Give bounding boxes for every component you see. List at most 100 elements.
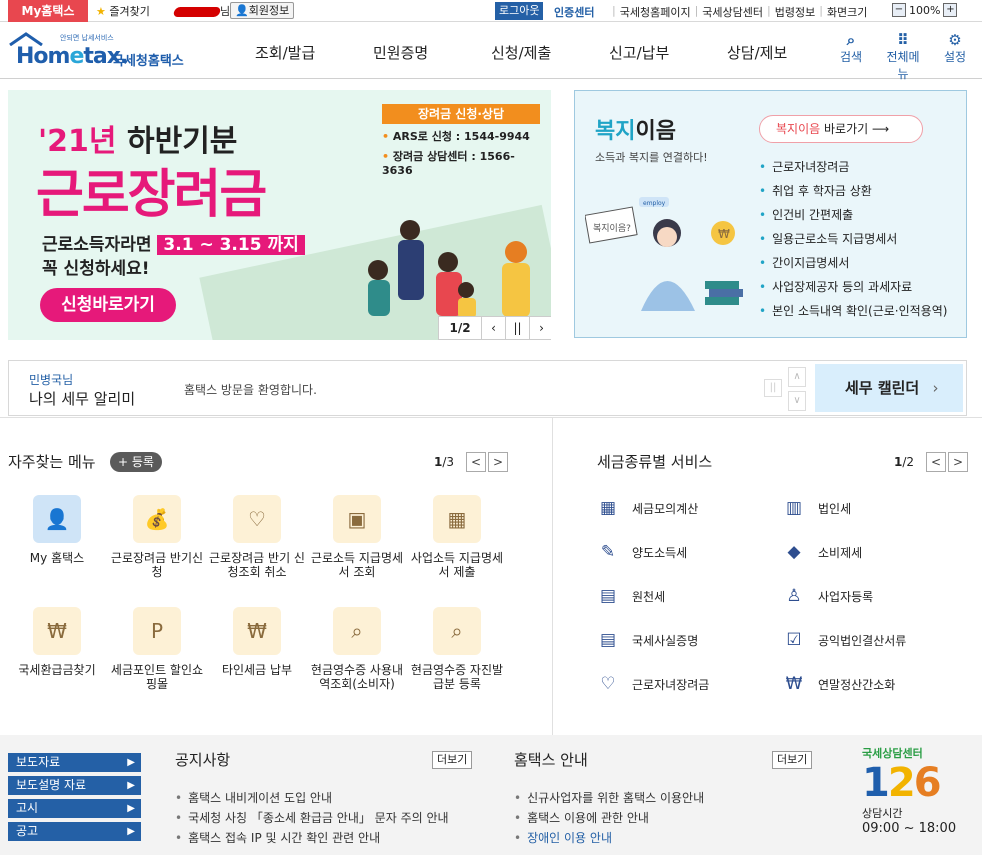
welfare-item[interactable]: • 간이지급명세서 xyxy=(759,251,947,275)
fav-earned-income-apply[interactable]: 💰 근로장려금 반기신청 xyxy=(107,495,207,579)
guide-item[interactable]: • 홈택스 이용에 관한 안내 xyxy=(514,808,816,828)
apply-now-button[interactable]: 신청바로가기 xyxy=(40,288,176,322)
hometax-logo[interactable]: 안되면 납세서비스 Hometax. 국세청홈택스 xyxy=(8,32,188,72)
alarm-pause-button[interactable]: || xyxy=(764,379,782,397)
welfare-title-a: 복지 xyxy=(595,119,636,144)
banner-date-highlight: 3.1 ~ 3.15 까지 xyxy=(157,235,305,255)
consult-center-badge[interactable]: 국세상담센터 126 상담시간 09:00 ~ 18:00 xyxy=(862,745,972,853)
nav-apply-submit[interactable]: 신청/제출 xyxy=(491,42,609,63)
alarm-down-button[interactable]: ∨ xyxy=(788,391,806,411)
nav-consult-report[interactable]: 상담/제보 xyxy=(727,42,845,63)
press-release-link[interactable]: 보도자료 ▶ xyxy=(8,753,141,772)
capital-gains-tax-link[interactable]: ✎ 양도소득세 xyxy=(596,540,687,564)
banner-prev-button[interactable]: ‹ xyxy=(481,317,505,339)
fav-label: 근로장려금 반기신청 xyxy=(110,551,204,579)
announcement-link[interactable]: 고시 ▶ xyxy=(8,799,141,818)
main-banner[interactable]: '21년 하반기분 근로장려금 근로소득자라면 3.1 ~ 3.15 까지 꼭 … xyxy=(8,90,551,340)
welfare-item[interactable]: • 근로자녀장려금 xyxy=(759,155,947,179)
fav-others-tax-payment[interactable]: ₩ 타인세금 납부 xyxy=(207,607,307,677)
guide-item-label: 장애인 이용 안내 xyxy=(527,831,612,845)
member-info-button[interactable]: 👤회원정보 xyxy=(230,2,295,19)
press-menu-label: 보도설명 자료 xyxy=(16,778,87,792)
search-button[interactable]: ⌕ 검색 xyxy=(832,32,870,82)
press-explanation-link[interactable]: 보도설명 자료 ▶ xyxy=(8,776,141,795)
my-hometax-button[interactable]: My홈택스 xyxy=(8,0,88,22)
banner-condition-a: 근로소득자라면 xyxy=(42,235,158,255)
favorites-prev-button[interactable]: < xyxy=(466,452,487,472)
settings-button[interactable]: ⚙ 설정 xyxy=(936,32,974,82)
tax-services-prev-button[interactable]: < xyxy=(926,452,947,472)
consumption-tax-link[interactable]: ◆ 소비제세 xyxy=(782,540,862,564)
caret-right-icon: ▶ xyxy=(127,826,135,837)
welfare-item-label: 간이지급명세서 xyxy=(772,256,850,270)
guide-section: 홈택스 안내 더보기 • 신규사업자를 위한 홈택스 이용안내 • 홈택스 이용에 … xyxy=(514,749,816,848)
zoom-control: − 100% + xyxy=(892,3,958,17)
child-earned-income-link[interactable]: ♡ 근로자녀장려금 xyxy=(596,672,709,696)
banner-info-line2-text: 장려금 상담센터 : 1566-3636 xyxy=(382,150,515,177)
notice-more-button[interactable]: 더보기 xyxy=(432,751,473,769)
welfare-item[interactable]: • 일용근로소득 지급명세서 xyxy=(759,227,947,251)
consult-digit-3: 6 xyxy=(913,760,942,806)
withholding-tax-link[interactable]: ▤ 원천세 xyxy=(596,584,665,608)
tax-calendar-button[interactable]: 세무 캘린더 › xyxy=(815,364,963,412)
corporate-tax-link[interactable]: ▥ 법인세 xyxy=(782,496,851,520)
fav-wage-statement-inquiry[interactable]: ▣ 근로소득 지급명세서 조회 xyxy=(307,495,407,579)
fav-cash-receipt-register[interactable]: ⌕ 현금영수증 자진발급분 등록 xyxy=(407,607,507,691)
nts-consult-link[interactable]: 국세상담센터 xyxy=(702,4,763,20)
tax-simulation-link[interactable]: ▦ 세금모의계산 xyxy=(596,496,698,520)
bullet-icon: • xyxy=(759,184,767,198)
register-favorite-button[interactable]: + 등록 xyxy=(110,452,162,472)
tax-certificate-link[interactable]: ▤ 국세사실증명 xyxy=(596,628,698,652)
notice-item[interactable]: • 국세청 사칭 「종소세 환급금 안내」 문자 주의 안내 xyxy=(175,808,475,828)
bullet-icon: • xyxy=(759,280,767,294)
all-menu-button[interactable]: ⠿ 전체메뉴 xyxy=(884,32,922,82)
guide-more-button[interactable]: 더보기 xyxy=(772,751,813,769)
welfare-shortcut-button[interactable]: 복지이음 바로가기 ⟶ xyxy=(759,115,923,143)
nts-homepage-link[interactable]: 국세청홈페이지 xyxy=(620,4,691,20)
banner-next-button[interactable]: › xyxy=(529,317,551,339)
favorites-link[interactable]: ★ 즐겨찾기 xyxy=(96,3,150,19)
caret-right-icon: ▶ xyxy=(127,757,135,768)
nav-inquiry[interactable]: 조회/발급 xyxy=(255,42,373,63)
notice-item[interactable]: • 홈택스 내비게이션 도입 안내 xyxy=(175,788,475,808)
fav-label: 국세환급금찾기 xyxy=(18,663,96,677)
welfare-item[interactable]: • 사업장제공자 등의 과세자료 xyxy=(759,275,947,299)
guide-item[interactable]: • 신규사업자를 위한 홈택스 이용안내 xyxy=(514,788,816,808)
zoom-out-button[interactable]: − xyxy=(892,3,906,17)
sign-text: 복지이음? xyxy=(593,223,631,234)
logout-button[interactable]: 로그아웃 xyxy=(495,2,544,20)
bullet-icon: • xyxy=(759,160,767,174)
favorites-next-button[interactable]: > xyxy=(488,452,509,472)
separator: | xyxy=(694,4,699,17)
welfare-item[interactable]: • 본인 소득내역 확인(근로·인적용역) xyxy=(759,299,947,323)
fav-business-income-submit[interactable]: ▦ 사업소득 지급명세서 제출 xyxy=(407,495,507,579)
alarm-user-label: 민병국님 xyxy=(29,373,74,387)
guide-item[interactable]: • 장애인 이용 안내 xyxy=(514,828,816,848)
fav-earned-income-cancel[interactable]: ♡ 근로장려금 반기 신청조회 취소 xyxy=(207,495,307,579)
banner-pause-button[interactable]: || xyxy=(505,317,529,339)
welfare-item-label: 일용근로소득 지급명세서 xyxy=(772,232,898,246)
zoom-in-button[interactable]: + xyxy=(943,3,958,17)
law-info-link[interactable]: 법령정보 xyxy=(775,4,815,20)
tax-services-next-button[interactable]: > xyxy=(948,452,969,472)
nav-civil-cert[interactable]: 민원증명 xyxy=(373,42,491,63)
public-notice-link[interactable]: 공고 ▶ xyxy=(8,822,141,841)
fav-my-hometax[interactable]: 👤 My 홈택스 xyxy=(7,495,107,565)
welfare-item[interactable]: • 취업 후 학자금 상환 xyxy=(759,179,947,203)
separator: | xyxy=(819,4,823,17)
consult-center-number: 126 xyxy=(862,761,972,805)
cert-center-link[interactable]: 인증센터 xyxy=(554,4,594,20)
business-registration-link[interactable]: ♙ 사업자등록 xyxy=(782,584,873,608)
welfare-item[interactable]: • 인건비 간편제출 xyxy=(759,203,947,227)
fav-tax-refund-search[interactable]: ₩ 국세환급금찾기 xyxy=(7,607,107,677)
nav-report-pay[interactable]: 신고/납부 xyxy=(609,42,727,63)
welfare-item-label: 인건비 간편제출 xyxy=(772,208,854,222)
notice-item[interactable]: • 홈택스 접속 IP 및 시간 확인 관련 안내 xyxy=(175,828,475,848)
fav-tax-point-mall[interactable]: P 세금포인트 할인쇼핑몰 xyxy=(107,607,207,691)
year-end-settlement-link[interactable]: ₩ 연말정산간소화 xyxy=(782,672,896,696)
bullet-icon: • xyxy=(382,150,393,163)
fav-cash-receipt-inquiry[interactable]: ⌕ 현금영수증 사용내역조회(소비자) xyxy=(307,607,407,691)
bullet-icon: • xyxy=(759,256,767,270)
alarm-up-button[interactable]: ∧ xyxy=(788,367,806,387)
public-interest-settlement-link[interactable]: ☑ 공익법인결산서류 xyxy=(782,628,906,652)
